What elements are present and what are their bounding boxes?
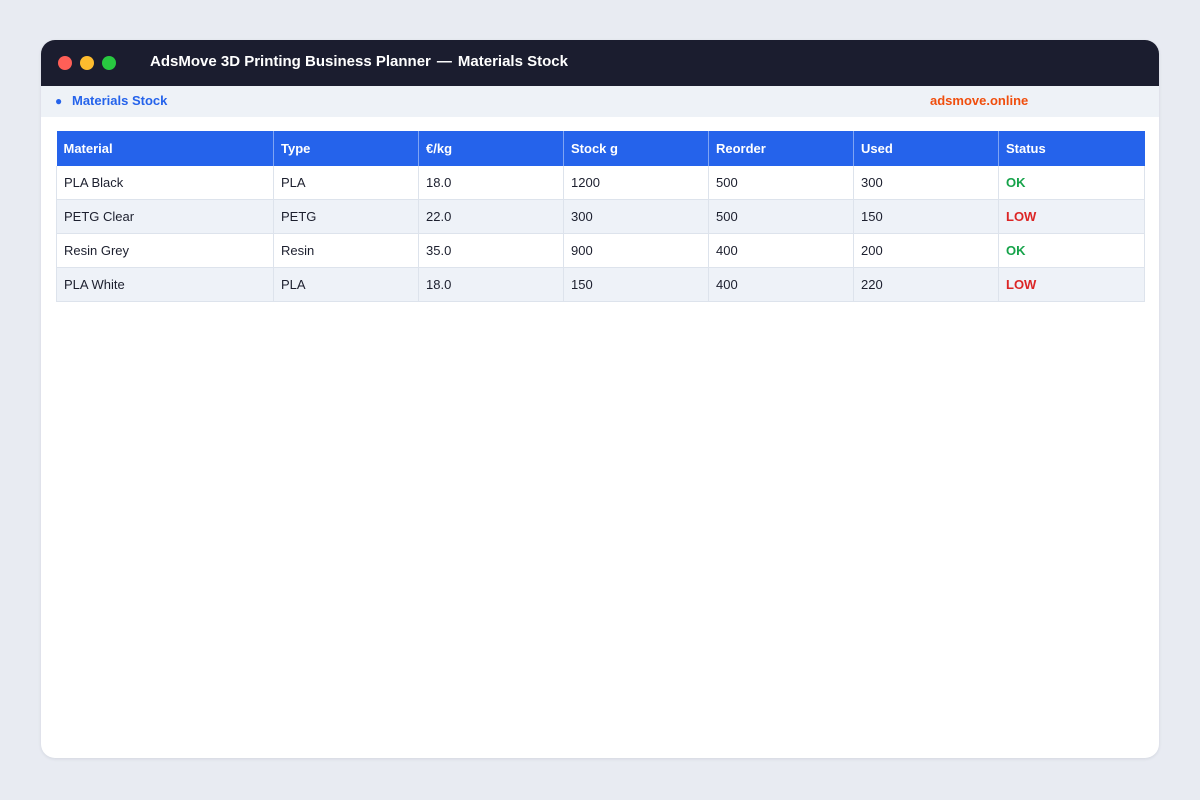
page-title: Materials Stock	[457, 53, 568, 70]
status-badge: OK	[998, 166, 1145, 200]
cell-stock: 900	[563, 233, 709, 268]
status-badge: LOW	[998, 199, 1145, 234]
cell-reorder: 500	[708, 199, 854, 234]
section-bar: ● Materials Stock adsmove.online	[41, 86, 1159, 117]
column-header-price-per-kg[interactable]: €/kg	[418, 131, 564, 166]
column-header-material[interactable]: Material	[56, 131, 274, 166]
cell-used: 300	[853, 166, 999, 200]
cell-stock: 150	[563, 267, 709, 302]
column-header-used[interactable]: Used	[853, 131, 999, 166]
table-header: Material Type €/kg Stock g Reorder Used …	[56, 131, 1145, 166]
status-badge: OK	[998, 233, 1145, 268]
cell-used: 220	[853, 267, 999, 302]
title-separator: —	[436, 53, 452, 70]
table-row[interactable]: PETG Clear PETG 22.0 300 500 150 LOW	[56, 199, 1145, 234]
table-row[interactable]: PLA White PLA 18.0 150 400 220 LOW	[56, 267, 1145, 302]
cell-stock: 300	[563, 199, 709, 234]
minimize-window-button[interactable]	[80, 56, 94, 70]
table-row[interactable]: PLA Black PLA 18.0 1200 500 300 OK	[56, 166, 1145, 200]
cell-material: PLA White	[56, 267, 274, 302]
cell-type: Resin	[273, 233, 419, 268]
cell-type: PLA	[273, 267, 419, 302]
cell-used: 150	[853, 199, 999, 234]
cell-material: PLA Black	[56, 166, 274, 200]
app-window: AdsMove 3D Printing Business Planner — Mat…	[41, 40, 1159, 758]
header-row: Material Type €/kg Stock g Reorder Used …	[56, 131, 1145, 166]
cell-price: 35.0	[418, 233, 564, 268]
close-window-button[interactable]	[58, 56, 72, 70]
title-bar: AdsMove 3D Printing Business Planner — Mat…	[41, 40, 1159, 86]
cell-type: PLA	[273, 166, 419, 200]
section-bullet-icon: ●	[55, 94, 63, 108]
column-header-reorder[interactable]: Reorder	[708, 131, 854, 166]
cell-type: PETG	[273, 199, 419, 234]
cell-price: 18.0	[418, 166, 564, 200]
app-title: AdsMove 3D Printing Business Planner	[150, 53, 431, 70]
column-header-stock[interactable]: Stock g	[563, 131, 709, 166]
cell-price: 18.0	[418, 267, 564, 302]
cell-material: Resin Grey	[56, 233, 274, 268]
brand-link[interactable]: adsmove.online	[930, 86, 1028, 116]
cell-used: 200	[853, 233, 999, 268]
cell-material: PETG Clear	[56, 199, 274, 234]
section-label[interactable]: Materials Stock	[72, 86, 167, 116]
table-body: PLA Black PLA 18.0 1200 500 300 OK PETG …	[56, 166, 1145, 302]
cell-reorder: 400	[708, 267, 854, 302]
status-badge: LOW	[998, 267, 1145, 302]
cell-price: 22.0	[418, 199, 564, 234]
column-header-status[interactable]: Status	[998, 131, 1145, 166]
column-header-type[interactable]: Type	[273, 131, 419, 166]
maximize-window-button[interactable]	[102, 56, 116, 70]
table-row[interactable]: Resin Grey Resin 35.0 900 400 200 OK	[56, 233, 1145, 268]
materials-table: Material Type €/kg Stock g Reorder Used …	[56, 131, 1145, 302]
materials-table-container: Material Type €/kg Stock g Reorder Used …	[56, 131, 1145, 302]
cell-reorder: 500	[708, 166, 854, 200]
window-title: AdsMove 3D Printing Business Planner — Mat…	[150, 40, 568, 86]
cell-reorder: 400	[708, 233, 854, 268]
cell-stock: 1200	[563, 166, 709, 200]
